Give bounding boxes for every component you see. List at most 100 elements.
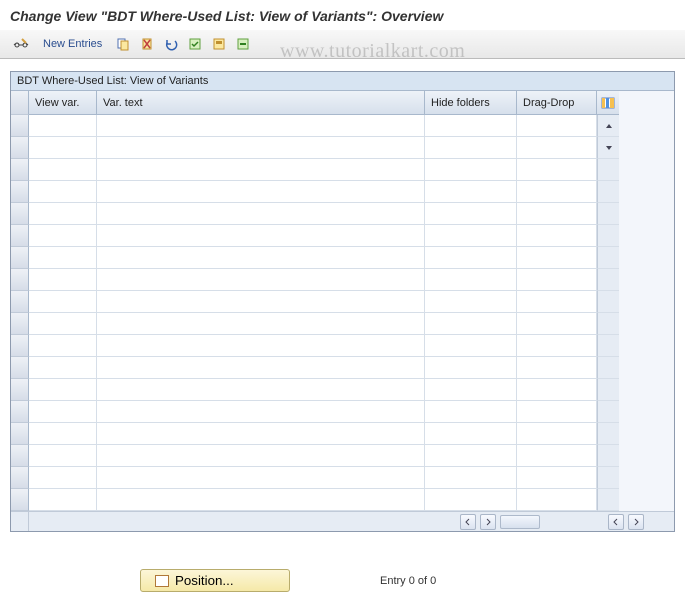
cell-viewvar[interactable]	[29, 247, 97, 269]
cell-viewvar[interactable]	[29, 445, 97, 467]
row-selector[interactable]	[11, 423, 29, 445]
select-block-button[interactable]	[209, 34, 229, 54]
vscroll-up-button[interactable]	[598, 115, 619, 137]
cell-hidefolders[interactable]	[425, 335, 517, 357]
cell-vartext[interactable]	[97, 423, 425, 445]
row-selector[interactable]	[11, 137, 29, 159]
cell-dragdrop[interactable]	[517, 357, 597, 379]
cell-hidefolders[interactable]	[425, 269, 517, 291]
hscroll-right2-button[interactable]	[628, 514, 644, 530]
cell-hidefolders[interactable]	[425, 137, 517, 159]
cell-vartext[interactable]	[97, 401, 425, 423]
cell-dragdrop[interactable]	[517, 247, 597, 269]
cell-dragdrop[interactable]	[517, 335, 597, 357]
cell-dragdrop[interactable]	[517, 137, 597, 159]
cell-hidefolders[interactable]	[425, 115, 517, 137]
cell-vartext[interactable]	[97, 335, 425, 357]
cell-viewvar[interactable]	[29, 467, 97, 489]
cell-vartext[interactable]	[97, 269, 425, 291]
cell-dragdrop[interactable]	[517, 445, 597, 467]
cell-viewvar[interactable]	[29, 181, 97, 203]
cell-dragdrop[interactable]	[517, 489, 597, 511]
cell-dragdrop[interactable]	[517, 467, 597, 489]
row-selector[interactable]	[11, 489, 29, 511]
row-selector[interactable]	[11, 335, 29, 357]
row-selector[interactable]	[11, 313, 29, 335]
cell-dragdrop[interactable]	[517, 159, 597, 181]
cell-viewvar[interactable]	[29, 203, 97, 225]
cell-viewvar[interactable]	[29, 335, 97, 357]
delete-button[interactable]	[137, 34, 157, 54]
cell-viewvar[interactable]	[29, 357, 97, 379]
cell-hidefolders[interactable]	[425, 489, 517, 511]
cell-vartext[interactable]	[97, 445, 425, 467]
row-selector[interactable]	[11, 269, 29, 291]
cell-viewvar[interactable]	[29, 379, 97, 401]
cell-viewvar[interactable]	[29, 269, 97, 291]
row-selector[interactable]	[11, 467, 29, 489]
select-all-button[interactable]	[185, 34, 205, 54]
cell-viewvar[interactable]	[29, 313, 97, 335]
cell-viewvar[interactable]	[29, 115, 97, 137]
cell-viewvar[interactable]	[29, 225, 97, 247]
row-selector[interactable]	[11, 379, 29, 401]
cell-vartext[interactable]	[97, 313, 425, 335]
cell-hidefolders[interactable]	[425, 313, 517, 335]
cell-dragdrop[interactable]	[517, 313, 597, 335]
vscroll-down-button[interactable]	[598, 137, 619, 159]
cell-vartext[interactable]	[97, 115, 425, 137]
col-header-hidefolders[interactable]: Hide folders	[425, 91, 517, 115]
deselect-all-button[interactable]	[233, 34, 253, 54]
cell-vartext[interactable]	[97, 225, 425, 247]
cell-hidefolders[interactable]	[425, 423, 517, 445]
cell-dragdrop[interactable]	[517, 401, 597, 423]
col-header-dragdrop[interactable]: Drag-Drop	[517, 91, 597, 115]
row-selector[interactable]	[11, 115, 29, 137]
cell-hidefolders[interactable]	[425, 357, 517, 379]
table-config-button[interactable]	[597, 91, 619, 115]
cell-viewvar[interactable]	[29, 489, 97, 511]
toggle-display-button[interactable]	[10, 34, 32, 54]
row-selector[interactable]	[11, 445, 29, 467]
cell-vartext[interactable]	[97, 489, 425, 511]
cell-hidefolders[interactable]	[425, 467, 517, 489]
cell-vartext[interactable]	[97, 357, 425, 379]
hscroll-left-button[interactable]	[460, 514, 476, 530]
cell-viewvar[interactable]	[29, 137, 97, 159]
undo-button[interactable]	[161, 34, 181, 54]
cell-vartext[interactable]	[97, 291, 425, 313]
cell-hidefolders[interactable]	[425, 225, 517, 247]
cell-dragdrop[interactable]	[517, 115, 597, 137]
cell-dragdrop[interactable]	[517, 203, 597, 225]
col-header-viewvar[interactable]: View var.	[29, 91, 97, 115]
cell-hidefolders[interactable]	[425, 181, 517, 203]
cell-hidefolders[interactable]	[425, 203, 517, 225]
cell-hidefolders[interactable]	[425, 401, 517, 423]
cell-viewvar[interactable]	[29, 159, 97, 181]
hscroll-left2-button[interactable]	[608, 514, 624, 530]
row-selector[interactable]	[11, 247, 29, 269]
copy-button[interactable]	[113, 34, 133, 54]
cell-dragdrop[interactable]	[517, 423, 597, 445]
position-button[interactable]: Position...	[140, 569, 290, 592]
cell-hidefolders[interactable]	[425, 159, 517, 181]
cell-viewvar[interactable]	[29, 401, 97, 423]
hscroll-thumb[interactable]	[500, 515, 540, 529]
new-entries-button[interactable]: New Entries	[36, 34, 109, 54]
cell-vartext[interactable]	[97, 181, 425, 203]
cell-vartext[interactable]	[97, 467, 425, 489]
cell-hidefolders[interactable]	[425, 291, 517, 313]
row-selector[interactable]	[11, 291, 29, 313]
row-selector[interactable]	[11, 401, 29, 423]
cell-vartext[interactable]	[97, 159, 425, 181]
cell-vartext[interactable]	[97, 379, 425, 401]
row-selector[interactable]	[11, 357, 29, 379]
cell-dragdrop[interactable]	[517, 379, 597, 401]
cell-vartext[interactable]	[97, 137, 425, 159]
cell-dragdrop[interactable]	[517, 225, 597, 247]
col-header-vartext[interactable]: Var. text	[97, 91, 425, 115]
cell-hidefolders[interactable]	[425, 247, 517, 269]
cell-dragdrop[interactable]	[517, 181, 597, 203]
row-selector[interactable]	[11, 203, 29, 225]
hscroll-right-button[interactable]	[480, 514, 496, 530]
